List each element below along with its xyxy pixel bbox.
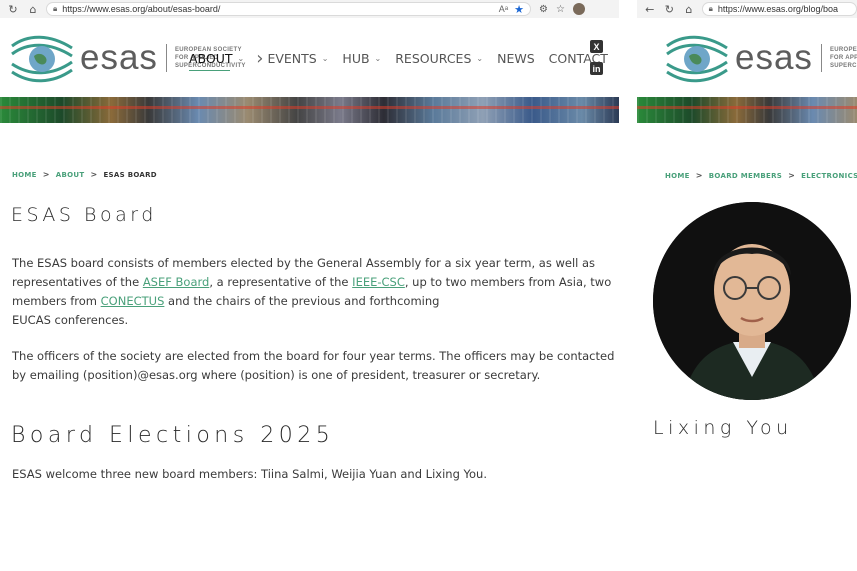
officers-description: The officers of the society are elected … xyxy=(12,349,615,382)
breadcrumb-board-members[interactable]: BOARD MEMBERS xyxy=(709,172,782,180)
breadcrumb-separator: > xyxy=(695,171,703,180)
browser-toolbar: ↻ ⌂ 🔒︎ https://www.esas.org/about/esas-b… xyxy=(0,0,619,18)
breadcrumb-home[interactable]: HOME xyxy=(12,171,37,179)
refresh-icon[interactable]: ↻ xyxy=(6,2,20,16)
url-text: https://www.esas.org/blog/boa xyxy=(717,4,838,14)
site-header-right: esas EUROPEA FOR APP SUPERCO xyxy=(637,18,857,97)
breadcrumb-separator: > xyxy=(90,170,98,179)
home-icon[interactable]: ⌂ xyxy=(26,2,40,16)
read-aloud-icon[interactable]: Aᵃ xyxy=(499,4,508,14)
nav-news[interactable]: NEWS xyxy=(497,51,535,66)
esas-logo[interactable]: esas EUROPEA FOR APP SUPERCO xyxy=(665,30,857,86)
main-nav: ABOUT ⌄ › EVENTS ⌄ HUB ⌄ RESOURCES ⌄ NEW… xyxy=(189,47,622,71)
ieee-csc-link[interactable]: IEEE-CSC xyxy=(352,275,405,289)
page-title: ESAS Board xyxy=(11,204,157,226)
nav-resources[interactable]: RESOURCES ⌄ xyxy=(395,51,483,66)
breadcrumb-separator: > xyxy=(42,170,50,179)
address-bar[interactable]: 🔒︎ https://www.esas.org/about/esas-board… xyxy=(46,2,531,16)
linkedin-icon[interactable]: in xyxy=(590,62,603,75)
portrait-illustration xyxy=(653,202,851,400)
chevron-down-icon: ⌄ xyxy=(321,54,329,63)
conectus-link[interactable]: CONECTUS xyxy=(101,294,165,308)
url-text: https://www.esas.org/about/esas-board/ xyxy=(62,4,221,14)
lock-icon[interactable]: 🔒︎ xyxy=(709,4,713,14)
header-banner-image xyxy=(0,97,619,123)
breadcrumb: HOME > ABOUT > ESAS BOARD xyxy=(12,170,157,179)
logo-divider xyxy=(165,44,167,72)
chevron-down-icon: ⌄ xyxy=(476,54,484,63)
breadcrumb-separator: > xyxy=(788,171,796,180)
profile-avatar[interactable] xyxy=(572,3,585,15)
breadcrumb-home[interactable]: HOME xyxy=(665,172,690,180)
board-member-portrait xyxy=(653,202,851,400)
back-icon[interactable]: ← xyxy=(643,2,657,16)
logo-globe-icon xyxy=(666,35,728,83)
breadcrumb-current: ESAS BOARD xyxy=(103,170,157,179)
board-member-name: Lixing You xyxy=(653,417,793,439)
favorites-icon[interactable]: ☆ xyxy=(556,4,565,15)
logo-wordmark: esas xyxy=(735,38,813,77)
breadcrumb-about[interactable]: ABOUT xyxy=(56,171,85,179)
logo-globe-icon xyxy=(11,35,73,83)
logo-divider xyxy=(820,44,822,72)
nav-about[interactable]: ABOUT ⌄ xyxy=(189,51,245,71)
favorite-star-icon[interactable]: ★ xyxy=(514,3,524,16)
nav-events[interactable]: EVENTS ⌄ xyxy=(267,51,328,66)
asef-board-link[interactable]: ASEF Board xyxy=(143,275,210,289)
extensions-icon[interactable]: ⚙ xyxy=(539,4,548,15)
board-description: The ESAS board consists of members elect… xyxy=(12,256,612,327)
chevron-down-icon: ⌄ xyxy=(374,54,382,63)
nav-hub[interactable]: HUB ⌄ xyxy=(342,51,381,66)
breadcrumb-electronics[interactable]: ELECTRONICS xyxy=(801,172,857,180)
address-bar-right[interactable]: 🔒︎ https://www.esas.org/blog/boa xyxy=(701,2,857,16)
refresh-icon[interactable]: ↻ xyxy=(663,2,677,16)
logo-wordmark: esas xyxy=(80,38,158,77)
home-icon[interactable]: ⌂ xyxy=(682,2,696,16)
section-title: Board Elections 2025 xyxy=(11,423,335,448)
x-icon[interactable]: X xyxy=(590,40,603,53)
browser-toolbar-right: ← ↻ ⌂ 🔒︎ https://www.esas.org/blog/boa xyxy=(637,0,857,18)
chevron-right-icon: › xyxy=(256,47,264,69)
chevron-down-icon: ⌄ xyxy=(237,54,245,63)
breadcrumb-right: HOME > BOARD MEMBERS > ELECTRONICS > xyxy=(665,171,857,180)
elections-text: ESAS welcome three new board members: Ti… xyxy=(12,467,488,481)
lock-icon[interactable]: 🔒︎ xyxy=(53,4,57,14)
site-header: esas EUROPEAN SOCIETY FOR APPLIED SUPERC… xyxy=(0,18,619,97)
logo-subtitle: EUROPEA FOR APP SUPERCO xyxy=(829,47,857,69)
header-banner-image-right xyxy=(637,97,857,123)
social-links: X in xyxy=(590,40,603,75)
